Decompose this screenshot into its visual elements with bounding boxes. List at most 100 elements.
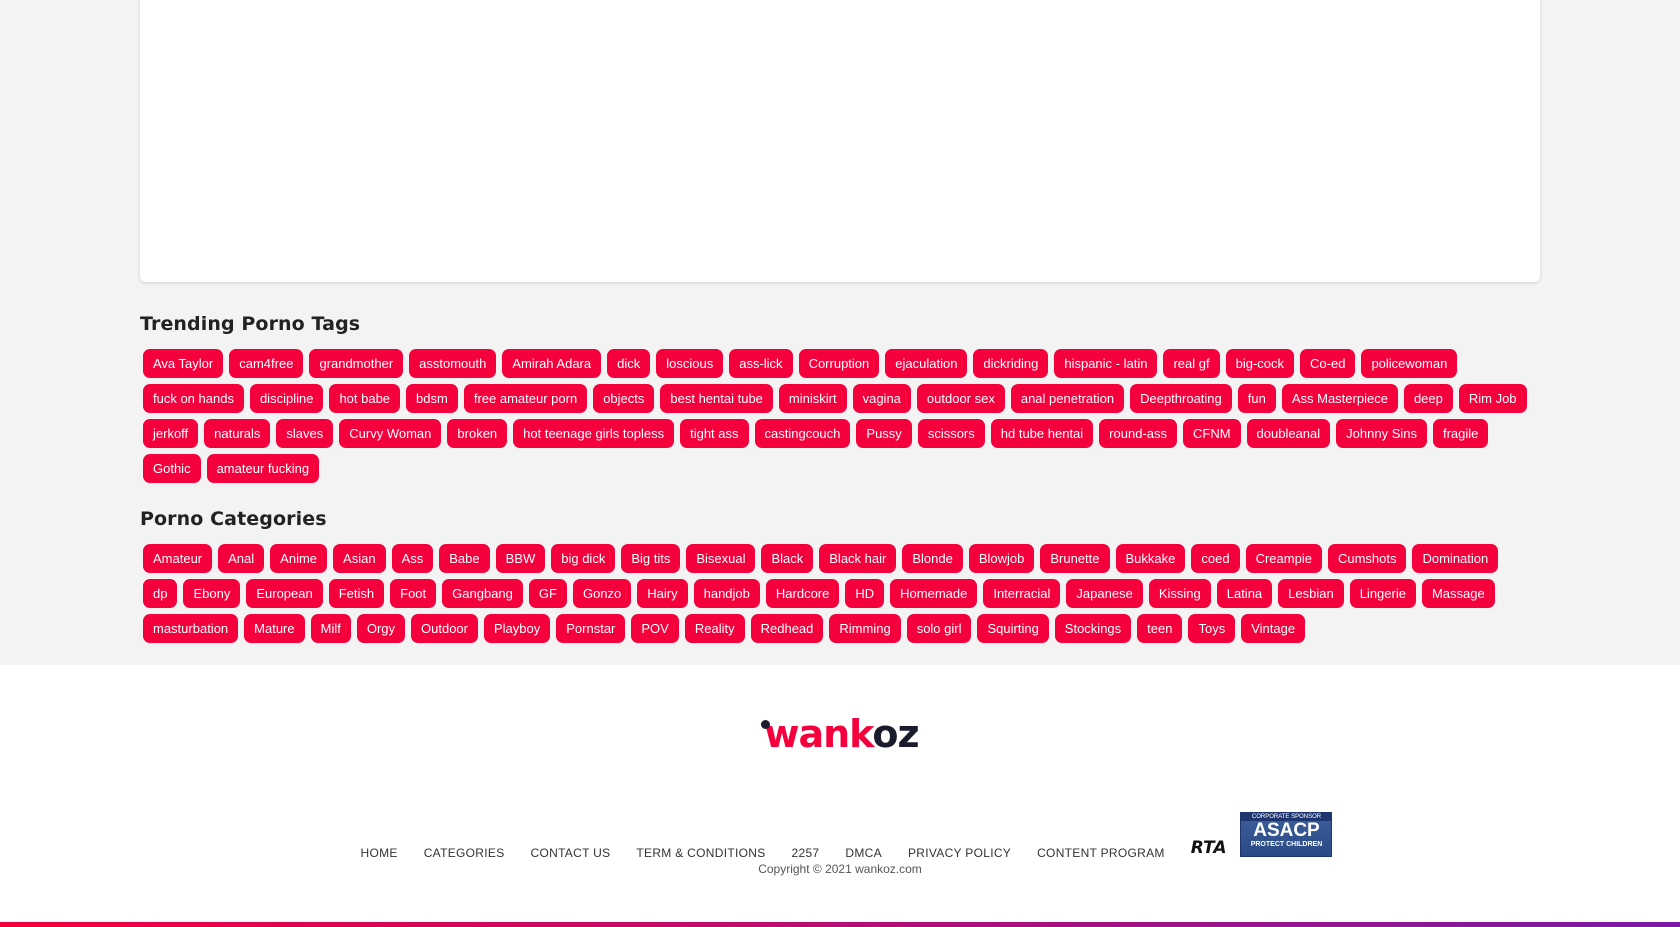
tag-link[interactable]: grandmother — [309, 349, 404, 378]
tag-link[interactable]: Black hair — [819, 544, 897, 573]
tag-link[interactable]: naturals — [204, 419, 271, 448]
tag-link[interactable]: Bisexual — [686, 544, 756, 573]
tag-link[interactable]: HD — [845, 579, 885, 608]
tag-link[interactable]: Stockings — [1054, 614, 1132, 643]
tag-link[interactable]: Playboy — [484, 614, 551, 643]
tag-link[interactable]: Blowjob — [968, 544, 1035, 573]
tag-link[interactable]: ejaculation — [885, 349, 968, 378]
tag-link[interactable]: Rimming — [829, 614, 901, 643]
tag-link[interactable]: dp — [143, 579, 178, 608]
tag-link[interactable]: hot teenage girls topless — [513, 419, 675, 448]
tag-link[interactable]: outdoor sex — [916, 384, 1005, 413]
tag-link[interactable]: Babe — [439, 544, 490, 573]
tag-link[interactable]: Kissing — [1148, 579, 1211, 608]
tag-link[interactable]: free amateur porn — [463, 384, 588, 413]
tag-link[interactable]: Ebony — [183, 579, 241, 608]
tag-link[interactable]: fuck on hands — [143, 384, 244, 413]
tag-link[interactable]: Foot — [390, 579, 437, 608]
tag-link[interactable]: Anime — [270, 544, 328, 573]
tag-link[interactable]: Bukkake — [1115, 544, 1186, 573]
tag-link[interactable]: Corruption — [798, 349, 880, 378]
video-player-panel[interactable] — [140, 0, 1540, 282]
tag-link[interactable]: Deepthroating — [1130, 384, 1232, 413]
tag-link[interactable]: Vintage — [1241, 614, 1306, 643]
footer-link-dmca[interactable]: DMCA — [845, 846, 882, 860]
tag-link[interactable]: POV — [631, 614, 679, 643]
tag-link[interactable]: Pornstar — [556, 614, 626, 643]
tag-link[interactable]: Squirting — [977, 614, 1049, 643]
tag-link[interactable]: coed — [1191, 544, 1240, 573]
footer-link-privacy-policy[interactable]: PRIVACY POLICY — [908, 846, 1011, 860]
tag-link[interactable]: Hairy — [637, 579, 688, 608]
tag-link[interactable]: castingcouch — [754, 419, 851, 448]
tag-link[interactable]: Blonde — [902, 544, 963, 573]
footer-link-categories[interactable]: CATEGORIES — [424, 846, 505, 860]
tag-link[interactable]: Hardcore — [765, 579, 840, 608]
tag-link[interactable]: Interracial — [983, 579, 1061, 608]
footer-link-2257[interactable]: 2257 — [792, 846, 820, 860]
tag-link[interactable]: teen — [1137, 614, 1183, 643]
tag-link[interactable]: Amirah Adara — [502, 349, 602, 378]
tag-link[interactable]: doubleanal — [1246, 419, 1331, 448]
tag-link[interactable]: Gothic — [143, 454, 201, 483]
tag-link[interactable]: best hentai tube — [660, 384, 773, 413]
tag-link[interactable]: Ava Taylor — [143, 349, 224, 378]
tag-link[interactable]: amateur fucking — [206, 454, 320, 483]
tag-link[interactable]: vagina — [852, 384, 911, 413]
footer-link-home[interactable]: HOME — [361, 846, 398, 860]
tag-link[interactable]: solo girl — [906, 614, 972, 643]
tag-link[interactable]: Ass Masterpiece — [1281, 384, 1398, 413]
tag-link[interactable]: masturbation — [143, 614, 239, 643]
tag-link[interactable]: Outdoor — [411, 614, 478, 643]
tag-link[interactable]: Orgy — [356, 614, 406, 643]
tag-link[interactable]: Curvy Woman — [339, 419, 442, 448]
tag-link[interactable]: Amateur — [143, 544, 213, 573]
tag-link[interactable]: fun — [1237, 384, 1276, 413]
tag-link[interactable]: Pussy — [856, 419, 912, 448]
tag-link[interactable]: Fetish — [328, 579, 385, 608]
tag-link[interactable]: loscious — [656, 349, 724, 378]
tag-link[interactable]: Brunette — [1040, 544, 1110, 573]
tag-link[interactable]: fragile — [1432, 419, 1489, 448]
tag-link[interactable]: Black — [761, 544, 814, 573]
tag-link[interactable]: Redhead — [750, 614, 824, 643]
tag-link[interactable]: slaves — [276, 419, 334, 448]
tag-link[interactable]: discipline — [249, 384, 324, 413]
tag-link[interactable]: Homemade — [890, 579, 978, 608]
tag-link[interactable]: Gonzo — [572, 579, 632, 608]
tag-link[interactable]: miniskirt — [778, 384, 847, 413]
tag-link[interactable]: Asian — [333, 544, 386, 573]
tag-link[interactable]: anal penetration — [1010, 384, 1125, 413]
tag-link[interactable]: round-ass — [1099, 419, 1177, 448]
tag-link[interactable]: bdsm — [406, 384, 458, 413]
tag-link[interactable]: hispanic - latin — [1054, 349, 1158, 378]
tag-link[interactable]: hd tube hentai — [990, 419, 1094, 448]
tag-link[interactable]: asstomouth — [409, 349, 497, 378]
tag-link[interactable]: Mature — [244, 614, 305, 643]
tag-link[interactable]: ass-lick — [729, 349, 793, 378]
tag-link[interactable]: Gangbang — [442, 579, 523, 608]
tag-link[interactable]: hot babe — [329, 384, 401, 413]
tag-link[interactable]: BBW — [495, 544, 546, 573]
footer-link-contact-us[interactable]: CONTACT US — [531, 846, 611, 860]
tag-link[interactable]: Johnny Sins — [1336, 419, 1427, 448]
tag-link[interactable]: Latina — [1216, 579, 1273, 608]
tag-link[interactable]: dickriding — [973, 349, 1049, 378]
tag-link[interactable]: Ass — [391, 544, 434, 573]
tag-link[interactable]: real gf — [1163, 349, 1220, 378]
tag-link[interactable]: Big tits — [621, 544, 681, 573]
tag-link[interactable]: dick — [607, 349, 651, 378]
tag-link[interactable]: Reality — [684, 614, 745, 643]
tag-link[interactable]: CFNM — [1182, 419, 1241, 448]
site-logo[interactable]: wankoz — [0, 712, 1680, 756]
tag-link[interactable]: Co-ed — [1300, 349, 1356, 378]
tag-link[interactable]: objects — [593, 384, 655, 413]
tag-link[interactable]: GF — [528, 579, 567, 608]
asacp-badge[interactable]: CORPORATE SPONSOR ASACP PROTECT CHILDREN — [1240, 812, 1333, 857]
tag-link[interactable]: cam4free — [229, 349, 304, 378]
tag-link[interactable]: Anal — [218, 544, 265, 573]
tag-link[interactable]: big-cock — [1225, 349, 1295, 378]
tag-link[interactable]: Rim Job — [1458, 384, 1527, 413]
tag-link[interactable]: Japanese — [1066, 579, 1143, 608]
tag-link[interactable]: scissors — [917, 419, 985, 448]
